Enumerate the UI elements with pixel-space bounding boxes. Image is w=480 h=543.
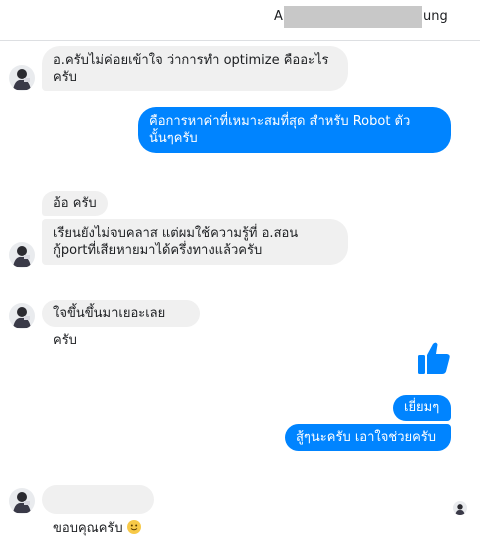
message-bubble-outgoing[interactable]: เยี่ยมๆ [393,395,451,421]
contact-name-prefix[interactable]: A [274,9,283,24]
message-bubble-incoming[interactable]: ขอบคุณครับ [42,485,154,536]
message-bubble-incoming[interactable]: เรียนยังไม่จบคลาส แต่ผมใช้ความรู้ที่ อ.ส… [42,219,348,265]
avatar-image [13,307,31,328]
slightly-smiling-face-icon [126,520,141,534]
avatar[interactable] [9,303,35,329]
read-receipt-image [455,504,465,515]
message-text: ขอบคุณครับ [53,521,123,536]
avatar-image [13,492,31,513]
read-receipt-avatar [453,501,467,515]
message-bubble-incoming[interactable]: อ้อ ครับ [42,191,108,216]
avatar[interactable] [9,488,35,514]
avatar-image [13,246,31,267]
thumbs-up-icon[interactable] [416,340,452,376]
conversation-header: A ung [0,0,480,41]
message-bubble-incoming[interactable]: อ.ครับไม่ค่อยเข้าใจ ว่าการทำ optimize คื… [42,46,348,91]
avatar[interactable] [9,65,35,91]
contact-name-suffix[interactable]: ung [423,9,448,24]
avatar[interactable] [9,242,35,268]
avatar-image [13,69,31,90]
message-bubble-outgoing[interactable]: สู้ๆนะครับ เอาใจช่วยครับ [285,424,451,451]
message-bubble-outgoing[interactable]: คือการหาค่าที่เหมาะสมที่สุด สำหรับ Robot… [138,107,451,153]
redacted-contact-name [284,6,422,28]
message-bubble-incoming[interactable]: ใจขึ้นขึ้นมาเยอะเลยครับ [42,300,200,348]
